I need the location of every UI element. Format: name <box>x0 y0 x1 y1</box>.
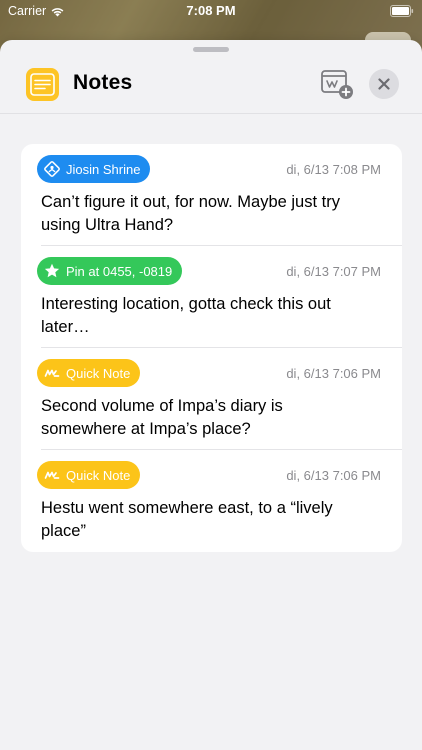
tag-label: Quick Note <box>66 467 131 483</box>
note-timestamp: di, 6/13 7:08 PM <box>286 162 381 177</box>
note-timestamp: di, 6/13 7:07 PM <box>286 264 381 279</box>
tag-label: Quick Note <box>66 365 131 381</box>
battery-icon <box>390 5 414 17</box>
status-bar: Carrier 7:08 PM <box>0 0 422 22</box>
note-item[interactable]: Pin at 0455, -0819 di, 6/13 7:07 PM Inte… <box>21 246 402 348</box>
sheet-grabber[interactable] <box>193 47 229 52</box>
page-title: Notes <box>73 71 133 94</box>
note-item[interactable]: Quick Note di, 6/13 7:06 PM Second volum… <box>21 348 402 450</box>
close-button[interactable] <box>369 69 399 99</box>
note-text: Hestu went somewhere east, to a “lively … <box>41 499 333 540</box>
star-icon <box>43 262 61 280</box>
sheet-header: Notes <box>0 58 422 114</box>
quick-note-icon <box>43 364 61 382</box>
close-icon <box>378 78 390 90</box>
status-time: 7:08 PM <box>186 3 236 18</box>
quick-note-icon <box>43 466 61 484</box>
note-tag[interactable]: Quick Note <box>37 359 141 387</box>
note-timestamp: di, 6/13 7:06 PM <box>286 366 381 381</box>
header-divider <box>0 113 422 114</box>
tag-label: Jiosin Shrine <box>66 161 141 177</box>
note-item[interactable]: Quick Note di, 6/13 7:06 PM Hestu went s… <box>21 450 402 552</box>
tag-label: Pin at 0455, -0819 <box>66 263 173 279</box>
note-timestamp: di, 6/13 7:06 PM <box>286 468 381 483</box>
note-text: Second volume of Impa’s diary is somewhe… <box>41 397 283 438</box>
notes-list: Jiosin Shrine di, 6/13 7:08 PM Can’t fig… <box>21 144 402 552</box>
note-tag[interactable]: Jiosin Shrine <box>37 155 151 183</box>
note-text: Interesting location, gotta check this o… <box>41 295 331 336</box>
note-tag[interactable]: Quick Note <box>37 461 141 489</box>
notes-icon <box>26 68 59 101</box>
notes-sheet: Notes Jiosin Shrine di, 6/13 7:08 PM Can… <box>0 40 422 750</box>
note-tag[interactable]: Pin at 0455, -0819 <box>37 257 183 285</box>
note-item[interactable]: Jiosin Shrine di, 6/13 7:08 PM Can’t fig… <box>21 144 402 246</box>
note-text: Can’t figure it out, for now. Maybe just… <box>41 193 340 234</box>
shrine-icon <box>43 160 61 178</box>
add-widget-icon[interactable] <box>320 68 354 100</box>
